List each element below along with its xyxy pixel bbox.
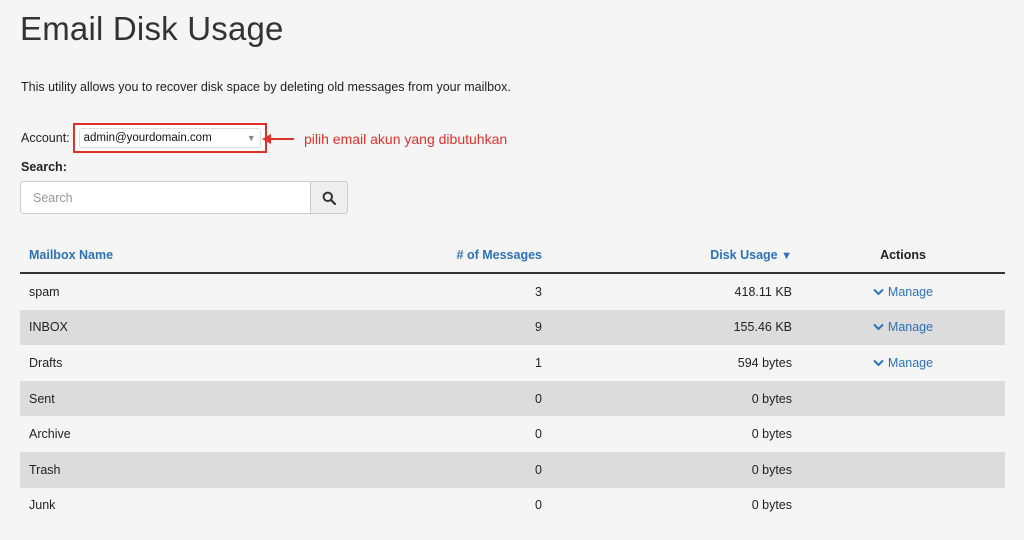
mailbox-name-cell: Sent (20, 380, 213, 417)
mailbox-name-cell: Junk (29, 498, 56, 513)
mailbox-name-cell: INBOX (20, 309, 213, 346)
search-input[interactable] (20, 181, 310, 214)
table-row: Trash 0 0 bytes (20, 451, 1005, 488)
search-button[interactable] (310, 181, 348, 214)
disk-usage-cell: 155.46 KB (551, 309, 801, 346)
actions-cell: Manage (801, 309, 1005, 346)
manage-button[interactable]: Manage (873, 320, 933, 334)
header-disk-usage[interactable]: Disk Usage ▼ (551, 238, 801, 274)
table-row: spam 3 418.11 KB Manage (20, 273, 1005, 310)
search-group (20, 181, 348, 214)
search-icon (322, 191, 336, 205)
message-count-cell: 0 (535, 427, 542, 442)
mailbox-name-cell: Archive (29, 427, 71, 442)
account-select-value: admin@yourdomain.com (83, 132, 212, 144)
chevron-down-icon (873, 288, 884, 296)
account-select[interactable]: admin@yourdomain.com ▼ (78, 128, 261, 148)
caret-down-icon: ▼ (246, 133, 256, 143)
table-header-row: Mailbox Name # of Messages Disk Usage ▼ … (20, 238, 1005, 274)
chevron-down-icon (873, 324, 884, 331)
manage-button[interactable]: Manage (873, 356, 933, 370)
manage-label: Manage (887, 320, 934, 335)
table-row: Archive 0 0 bytes (20, 416, 1005, 452)
manage-label: Manage (887, 284, 934, 299)
mailbox-table: Mailbox Name # of Messages Disk Usage ▼ … (20, 238, 1005, 523)
disk-usage-cell: 418.11 KB (734, 284, 792, 299)
disk-usage-cell: 0 bytes (551, 380, 801, 417)
annotation-text: pilih email akun yang dibutuhkan (304, 131, 508, 147)
mailbox-name-cell: Drafts (29, 355, 63, 370)
message-count-cell: 3 (535, 284, 542, 299)
intro-text: This utility allows you to recover disk … (21, 80, 511, 94)
disk-usage-cell: 594 bytes (737, 355, 792, 370)
message-count-cell: 0 (213, 380, 551, 417)
actions-cell (801, 416, 1005, 452)
header-mailbox-name[interactable]: Mailbox Name (20, 238, 213, 274)
header-actions: Actions (801, 238, 1005, 274)
page-title: Email Disk Usage (20, 10, 284, 47)
disk-usage-cell: 0 bytes (751, 498, 792, 513)
account-select-highlight: admin@yourdomain.com ▼ (72, 123, 267, 153)
actions-cell (801, 451, 1005, 488)
table-row: Junk 0 0 bytes (20, 488, 1005, 524)
search-label: Search: (21, 160, 67, 174)
table-row: Drafts 1 594 bytes Manage (20, 345, 1005, 381)
manage-label: Manage (887, 355, 934, 370)
sort-desc-icon: ▼ (781, 250, 792, 262)
table-row: Sent 0 0 bytes (20, 380, 1005, 417)
header-disk-usage-label: Disk Usage (710, 248, 778, 262)
arrow-left-icon (262, 134, 294, 144)
disk-usage-cell: 0 bytes (551, 451, 801, 488)
account-row: Account: admin@yourdomain.com ▼ (21, 123, 267, 153)
disk-usage-cell: 0 bytes (751, 427, 792, 442)
table-row: INBOX 9 155.46 KB Manage (20, 309, 1005, 346)
actions-cell (801, 488, 1005, 524)
message-count-cell: 0 (213, 451, 551, 488)
message-count-cell: 9 (213, 309, 551, 346)
header-messages[interactable]: # of Messages (213, 238, 551, 274)
chevron-down-icon (873, 359, 884, 367)
actions-cell: Manage (801, 345, 1005, 381)
account-label: Account: (21, 131, 70, 145)
annotation: pilih email akun yang dibutuhkan (262, 131, 507, 147)
message-count-cell: 0 (535, 498, 542, 513)
mailbox-name-cell: Trash (20, 451, 213, 488)
actions-cell (801, 380, 1005, 417)
actions-cell: Manage (801, 273, 1005, 310)
mailbox-name-cell: spam (29, 284, 60, 299)
message-count-cell: 1 (535, 355, 542, 370)
manage-button[interactable]: Manage (873, 285, 933, 299)
